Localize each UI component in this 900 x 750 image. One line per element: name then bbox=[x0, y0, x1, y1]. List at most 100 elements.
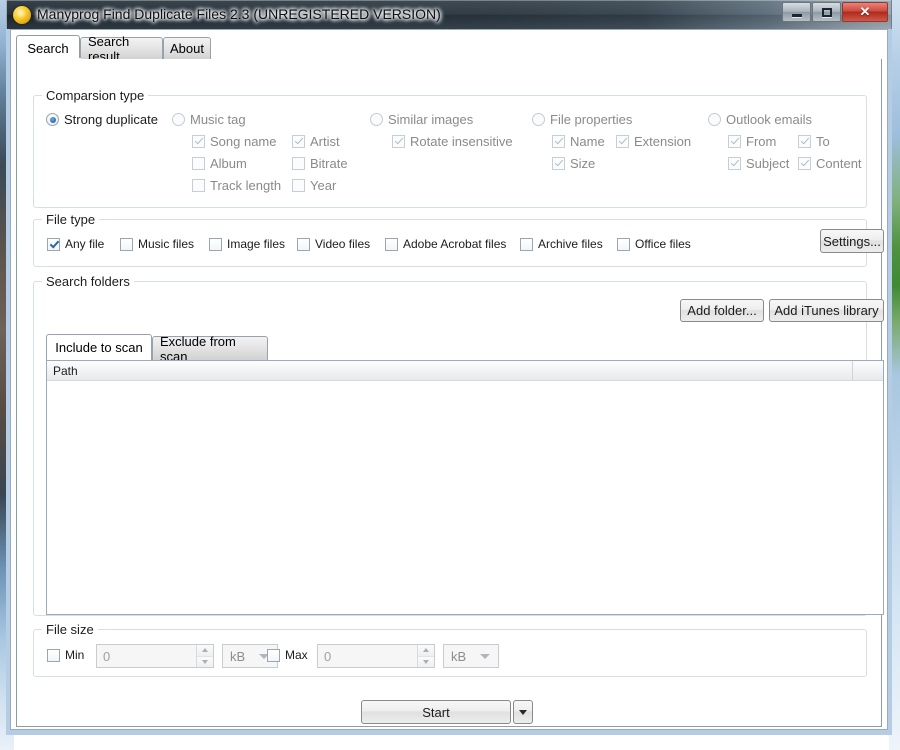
checkbox-any-file[interactable]: Any file bbox=[47, 237, 104, 251]
subtab-include-to-scan-label: Include to scan bbox=[55, 340, 143, 355]
checkbox-icon-content bbox=[798, 157, 811, 170]
max-size-spinner-arrows bbox=[417, 645, 434, 667]
min-size-spinner[interactable]: 0 bbox=[96, 644, 214, 668]
checkbox-rotate-insensitive-label: Rotate insensitive bbox=[410, 134, 513, 149]
checkbox-icon-image-files bbox=[209, 237, 222, 251]
search-folders-group: Search folders Add folder... Add iTunes … bbox=[33, 274, 884, 616]
minimize-icon bbox=[783, 3, 810, 21]
radio-icon-outlook-emails bbox=[708, 113, 721, 126]
search-folders-title: Search folders bbox=[42, 274, 134, 289]
min-size-value: 0 bbox=[103, 648, 111, 664]
radio-icon-file-properties bbox=[532, 113, 545, 126]
checkbox-office-files-label: Office files bbox=[635, 237, 691, 251]
title-bar[interactable]: Manyprog Find Duplicate Files 2.3 (UNREG… bbox=[6, 0, 892, 29]
max-size-spinner[interactable]: 0 bbox=[317, 644, 435, 668]
checkbox-office-files[interactable]: Office files bbox=[617, 237, 691, 251]
checkbox-to[interactable]: To bbox=[798, 134, 830, 149]
min-size-unit-value: kB bbox=[230, 648, 246, 664]
checkbox-bitrate-label: Bitrate bbox=[310, 156, 348, 171]
radio-strong-duplicate-label: Strong duplicate bbox=[64, 112, 158, 127]
checkbox-music-files[interactable]: Music files bbox=[120, 237, 194, 251]
checkbox-video-files[interactable]: Video files bbox=[297, 237, 370, 251]
checkbox-bitrate[interactable]: Bitrate bbox=[292, 156, 348, 171]
start-button[interactable]: Start bbox=[361, 700, 511, 724]
max-size-spin-down[interactable] bbox=[418, 656, 434, 667]
minimize-button[interactable] bbox=[782, 2, 811, 22]
tab-about[interactable]: About bbox=[163, 37, 211, 59]
checkbox-image-files-label: Image files bbox=[227, 237, 286, 251]
checkbox-subject[interactable]: Subject bbox=[728, 156, 789, 171]
checkbox-size[interactable]: Size bbox=[552, 156, 595, 171]
window-controls: ✕ bbox=[782, 2, 888, 22]
tab-search-label: Search bbox=[27, 40, 69, 56]
file-size-title: File size bbox=[42, 622, 98, 637]
window-client-inner: Search Search result About Comparsion ty… bbox=[10, 29, 888, 730]
radio-strong-duplicate[interactable]: Strong duplicate bbox=[46, 112, 158, 127]
window-title: Manyprog Find Duplicate Files 2.3 (UNREG… bbox=[37, 6, 441, 22]
checkbox-icon-bitrate bbox=[292, 157, 305, 170]
min-size-spin-down[interactable] bbox=[197, 656, 213, 667]
close-button[interactable]: ✕ bbox=[842, 2, 888, 22]
add-itunes-library-button[interactable]: Add iTunes library bbox=[769, 299, 884, 322]
add-itunes-library-button-label: Add iTunes library bbox=[774, 303, 879, 318]
start-button-label: Start bbox=[422, 704, 450, 720]
maximize-button[interactable] bbox=[812, 2, 841, 22]
checkbox-year[interactable]: Year bbox=[292, 178, 336, 193]
radio-similar-images-label: Similar images bbox=[388, 112, 474, 127]
checkbox-icon-year bbox=[292, 179, 305, 192]
checkbox-icon-album bbox=[192, 157, 205, 170]
checkbox-track-length-label: Track length bbox=[210, 178, 282, 193]
checkbox-icon-extension bbox=[616, 135, 629, 148]
checkbox-icon-size bbox=[552, 157, 565, 170]
radio-music-tag[interactable]: Music tag bbox=[172, 112, 246, 127]
checkbox-archive-files-label: Archive files bbox=[538, 237, 603, 251]
tab-search[interactable]: Search bbox=[16, 35, 80, 60]
checkbox-artist[interactable]: Artist bbox=[292, 134, 340, 149]
radio-similar-images[interactable]: Similar images bbox=[370, 112, 473, 127]
checkbox-track-length[interactable]: Track length bbox=[192, 178, 281, 193]
settings-button[interactable]: Settings... bbox=[820, 229, 884, 253]
start-dropdown-button[interactable] bbox=[513, 700, 533, 724]
close-icon: ✕ bbox=[859, 4, 871, 19]
checkbox-min-size[interactable]: Min bbox=[47, 648, 84, 662]
max-size-unit-combo[interactable]: kB bbox=[443, 644, 499, 668]
checkbox-icon-any-file bbox=[47, 237, 60, 251]
checkbox-album[interactable]: Album bbox=[192, 156, 247, 171]
min-size-spin-up[interactable] bbox=[197, 645, 213, 657]
checkbox-icon-adobe-acrobat-files bbox=[385, 237, 398, 251]
radio-file-properties-label: File properties bbox=[550, 112, 633, 127]
tab-search-result[interactable]: Search result bbox=[80, 34, 163, 64]
checkbox-song-name-label: Song name bbox=[210, 134, 277, 149]
checkbox-image-files[interactable]: Image files bbox=[209, 237, 285, 251]
checkbox-icon-archive-files bbox=[520, 237, 533, 251]
checkbox-icon-max-size bbox=[267, 648, 280, 662]
checkbox-adobe-acrobat-files[interactable]: Adobe Acrobat files bbox=[385, 237, 506, 251]
radio-music-tag-label: Music tag bbox=[190, 112, 246, 127]
application-window: Manyprog Find Duplicate Files 2.3 (UNREG… bbox=[6, 0, 892, 740]
add-folder-button[interactable]: Add folder... bbox=[680, 299, 764, 322]
checkbox-content-label: Content bbox=[816, 156, 862, 171]
checkbox-content[interactable]: Content bbox=[798, 156, 862, 171]
radio-icon-music-tag bbox=[172, 113, 185, 126]
radio-outlook-emails[interactable]: Outlook emails bbox=[708, 112, 812, 127]
window-client-area: Search Search result About Comparsion ty… bbox=[6, 29, 892, 735]
max-size-spin-up[interactable] bbox=[418, 645, 434, 657]
checkbox-name[interactable]: Name bbox=[552, 134, 605, 149]
checkbox-from[interactable]: From bbox=[728, 134, 776, 149]
column-header-path[interactable]: Path bbox=[47, 361, 858, 380]
subtab-exclude-from-scan[interactable]: Exclude from scan bbox=[152, 334, 268, 364]
column-header-path-label: Path bbox=[53, 363, 78, 378]
column-separator[interactable] bbox=[852, 361, 853, 380]
checkbox-rotate-insensitive[interactable]: Rotate insensitive bbox=[392, 134, 513, 149]
subtab-include-to-scan[interactable]: Include to scan bbox=[46, 334, 152, 360]
checkbox-album-label: Album bbox=[210, 156, 247, 171]
radio-file-properties[interactable]: File properties bbox=[532, 112, 632, 127]
checkbox-max-size[interactable]: Max bbox=[267, 648, 308, 662]
checkbox-song-name[interactable]: Song name bbox=[192, 134, 277, 149]
min-size-spinner-arrows bbox=[196, 645, 213, 667]
checkbox-max-size-label: Max bbox=[285, 648, 308, 662]
app-icon[interactable] bbox=[13, 6, 31, 24]
search-folders-listview[interactable]: Path bbox=[46, 360, 884, 615]
checkbox-archive-files[interactable]: Archive files bbox=[520, 237, 603, 251]
checkbox-extension[interactable]: Extension bbox=[616, 134, 691, 149]
